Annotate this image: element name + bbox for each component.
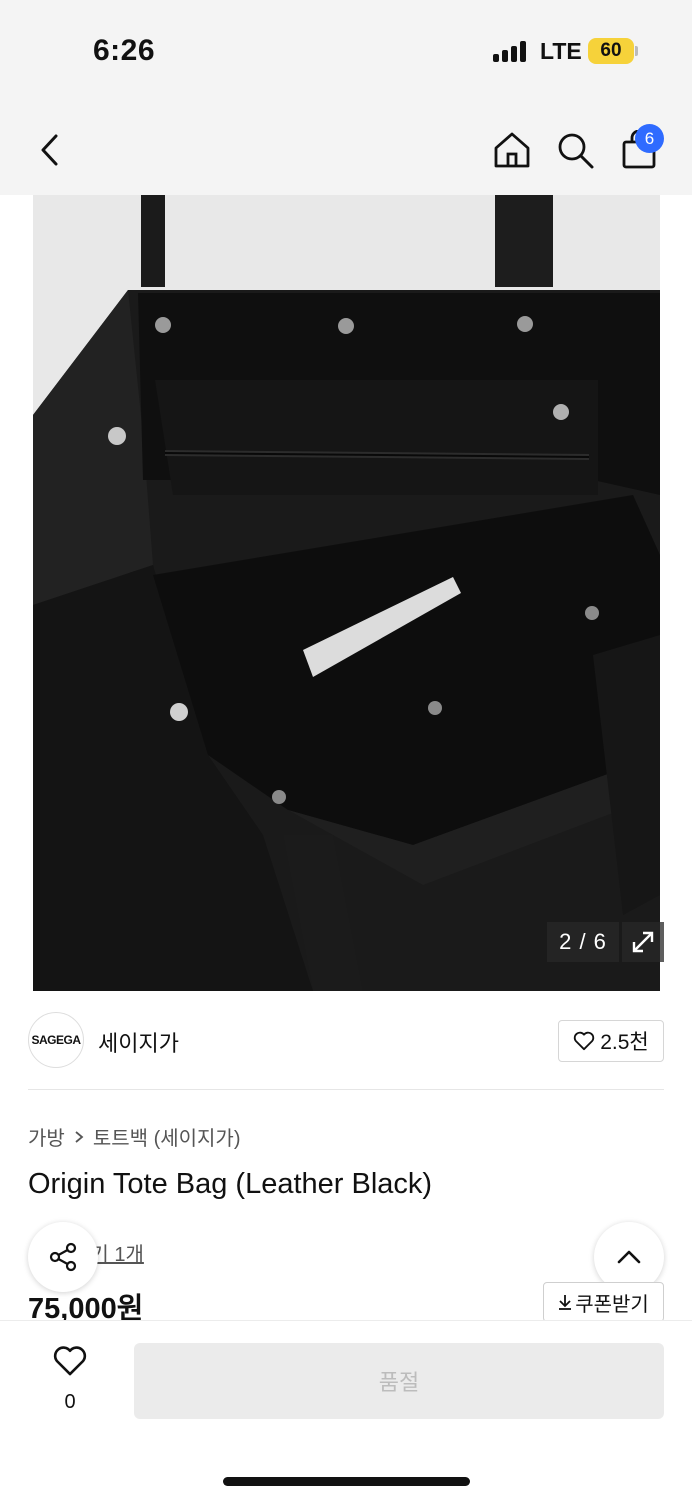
chevron-up-icon [617,1250,641,1264]
wishlist-button[interactable]: 0 [40,1345,100,1415]
coupon-button[interactable]: 쿠폰받기 [543,1282,664,1322]
nav-bar [0,110,692,190]
share-button[interactable] [28,1222,98,1292]
chevron-right-icon [75,1130,84,1143]
wishlist-count: 0 [64,1391,76,1413]
network-label: LTE [540,38,582,64]
expand-button[interactable] [622,922,664,962]
brand-row[interactable]: SAGEGA 세이지가 2.5천 [28,1012,664,1072]
image-counter: 2 / 6 [547,922,619,962]
divider [28,1089,664,1090]
heart-icon [53,1346,87,1376]
breadcrumb-subcategory[interactable]: 토트백 (세이지가) [93,1122,241,1151]
cart-count-badge: 6 [635,124,664,153]
download-icon [559,1295,572,1310]
heart-icon [574,1031,595,1051]
brand-logo[interactable]: SAGEGA [28,1012,84,1068]
bottom-bar: 0 품절 [0,1320,692,1500]
expand-icon [632,931,654,953]
soldout-button[interactable]: 품절 [134,1343,664,1419]
product-title: Origin Tote Bag (Leather Black) [28,1168,433,1200]
search-icon [558,133,594,169]
status-time: 6:26 [93,34,156,67]
home-button[interactable] [490,128,534,172]
battery-icon: 60 [588,38,634,64]
home-icon [494,132,530,168]
back-button[interactable] [28,128,72,172]
product-image[interactable] [33,195,660,991]
signal-icon [493,40,529,62]
product-photo [33,195,660,991]
chevron-left-icon [41,134,58,166]
battery-tip [635,46,638,56]
status-bar: 6:26 LTE 60 [0,0,692,100]
brand-like-button[interactable]: 2.5천 [558,1020,664,1062]
home-indicator [223,1477,470,1486]
share-icon [49,1242,77,1272]
brand-like-count: 2.5천 [600,1031,649,1054]
breadcrumb-category[interactable]: 가방 [28,1122,65,1151]
breadcrumb: 가방 토트백 (세이지가) [28,1122,241,1151]
brand-name[interactable]: 세이지가 [98,1026,179,1058]
coupon-label: 쿠폰받기 [575,1293,649,1316]
search-button[interactable] [553,128,597,172]
